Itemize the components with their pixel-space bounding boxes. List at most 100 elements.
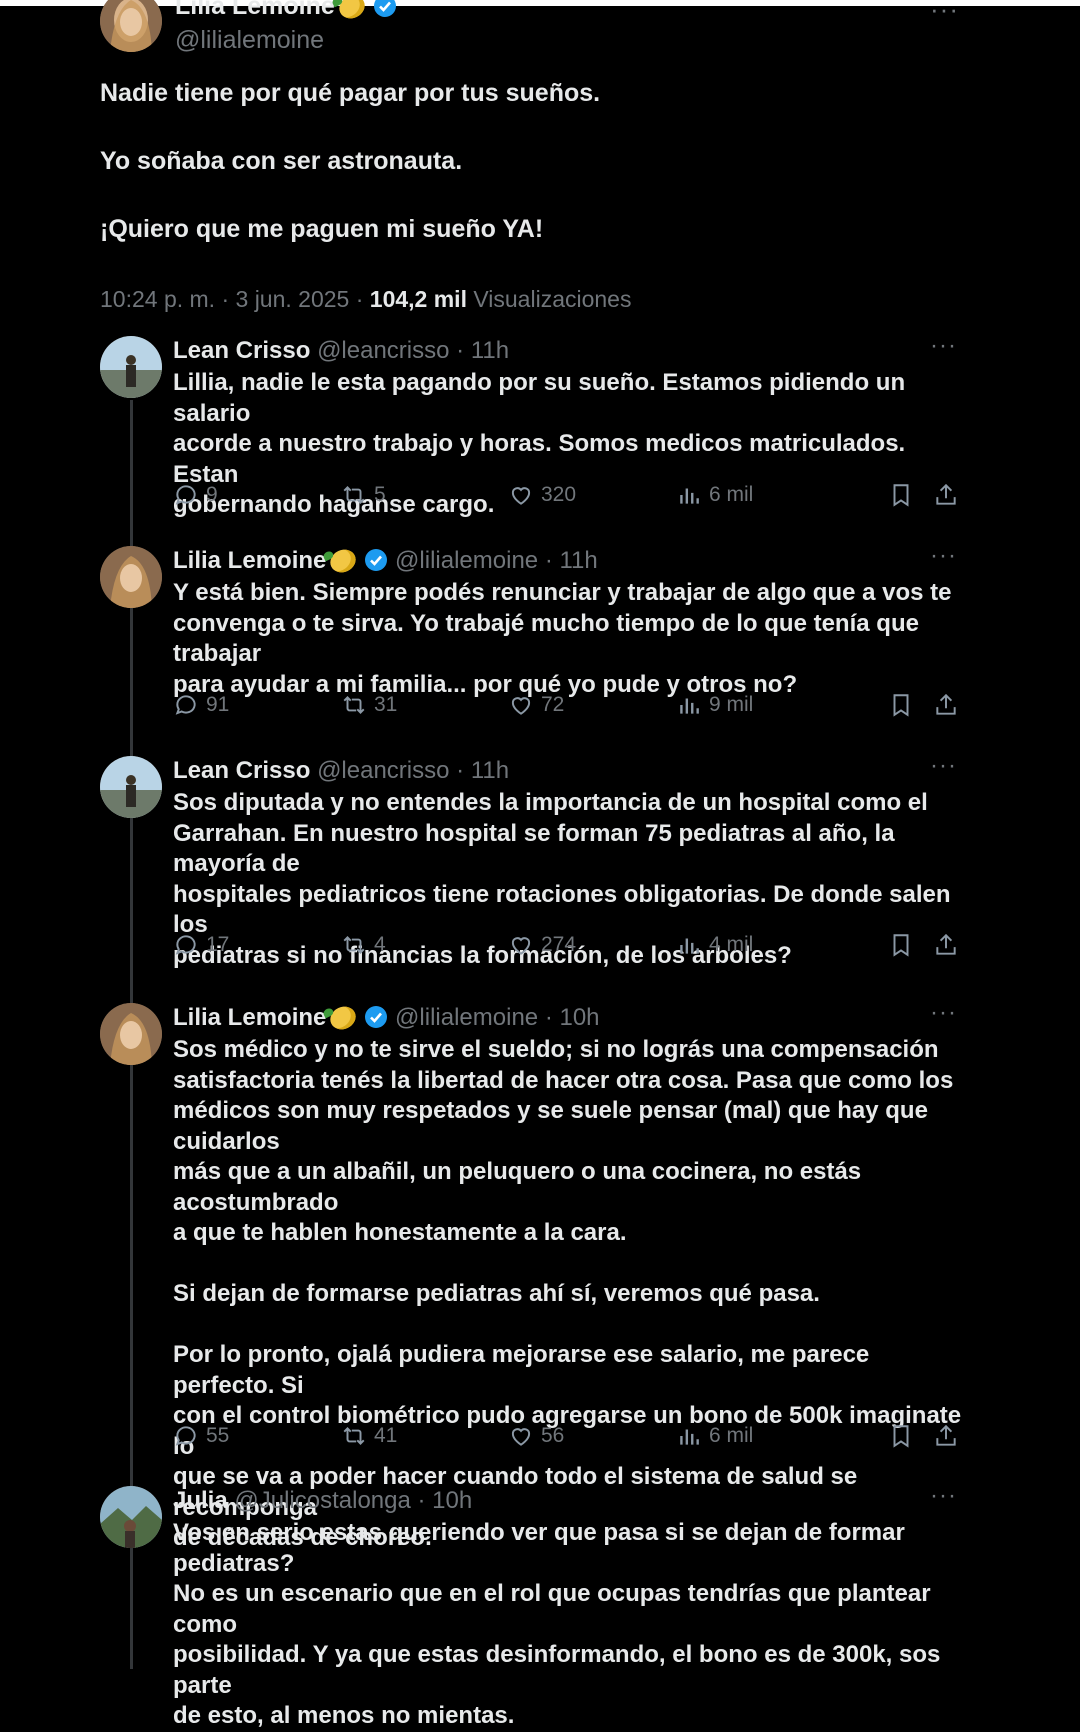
reply-time[interactable]: · 11h — [456, 337, 509, 364]
more-options-icon[interactable]: ··· — [930, 1482, 957, 1510]
avatar-lean[interactable] — [100, 336, 162, 398]
share-icon — [936, 693, 956, 715]
bookmark-button[interactable] — [888, 692, 914, 718]
lemon-emoji-icon — [335, 0, 369, 23]
repost-button[interactable]: 5 — [341, 482, 386, 508]
reply-button[interactable]: 91 — [173, 692, 229, 718]
like-count: 56 — [541, 1424, 565, 1447]
repost-icon — [343, 486, 365, 504]
bookmark-button[interactable] — [888, 1423, 914, 1449]
verified-badge-icon — [373, 0, 396, 17]
reply-author-name[interactable]: Lean Crisso — [173, 337, 310, 364]
avatar-julia[interactable] — [100, 1486, 162, 1548]
comment-count: 91 — [206, 693, 230, 716]
reply-button[interactable]: 9 — [173, 482, 218, 508]
repost-count: 41 — [374, 1424, 398, 1447]
reply-author-handle[interactable]: @lilialemoine — [395, 1004, 538, 1031]
like-button[interactable]: 320 — [508, 482, 576, 508]
action-bar: 17 4 274 4 mil — [173, 932, 963, 960]
comment-icon — [175, 695, 196, 715]
tweet-text-line: Yo soñaba con ser astronauta. — [100, 147, 463, 175]
avatar-lilia[interactable] — [100, 1003, 162, 1065]
heart-icon — [511, 697, 531, 715]
more-options-icon[interactable]: ··· — [930, 752, 957, 780]
more-options-icon[interactable]: ··· — [930, 542, 957, 570]
reply-text: Vos en serio estas queriendo ver que pas… — [173, 1519, 941, 1729]
reply-author-name[interactable]: Lilia Lemoine — [173, 547, 326, 574]
top-edge — [0, 0, 1080, 6]
views-button[interactable]: 9 mil — [676, 692, 753, 718]
like-count: 274 — [541, 933, 577, 956]
bookmark-button[interactable] — [888, 482, 914, 508]
views-button[interactable]: 6 mil — [676, 482, 753, 508]
reply-author-name[interactable]: Lilia Lemoine — [173, 1004, 326, 1031]
bookmark-button[interactable] — [888, 932, 914, 958]
reply-time[interactable]: · 11h — [456, 757, 509, 784]
heart-icon — [511, 937, 531, 955]
action-bar: 55 41 56 6 mil — [173, 1423, 963, 1451]
share-button[interactable] — [933, 932, 959, 958]
reply-author-name[interactable]: Lean Crisso — [173, 757, 310, 784]
comment-icon — [175, 1426, 196, 1446]
like-count: 320 — [541, 483, 577, 506]
views-bar-icon — [680, 488, 699, 504]
comment-count: 17 — [206, 933, 230, 956]
reply-button[interactable]: 17 — [173, 932, 229, 958]
repost-count: 31 — [374, 693, 398, 716]
like-button[interactable]: 274 — [508, 932, 576, 958]
reply-header: Julia @Julicostalonga · 10h — [173, 1486, 472, 1516]
tweet-timestamp[interactable]: 10:24 p. m. · 3 jun. 2025 · — [100, 286, 363, 312]
share-button[interactable] — [933, 692, 959, 718]
reply-time[interactable]: · 10h — [545, 1004, 600, 1031]
verified-badge-icon — [365, 549, 388, 571]
repost-count: 4 — [374, 933, 386, 956]
main-author-name[interactable]: Lilia Lemoine — [175, 0, 397, 23]
repost-icon — [343, 696, 365, 714]
reply-header: Lilia Lemoine @lilialemoine · 11h — [173, 545, 598, 577]
share-button[interactable] — [933, 482, 959, 508]
views-bar-icon — [680, 1429, 699, 1445]
views-button[interactable]: 6 mil — [676, 1423, 753, 1449]
reply-time[interactable]: · 11h — [545, 547, 598, 574]
tweet-meta: 10:24 p. m. · 3 jun. 2025 · 104,2 mil Vi… — [100, 286, 631, 313]
reply-button[interactable]: 55 — [173, 1423, 229, 1449]
share-icon — [936, 933, 956, 955]
more-options-icon[interactable]: ··· — [930, 332, 957, 360]
verified-badge-icon — [365, 1006, 388, 1028]
reply-text: Sos médico y no te sirve el sueldo; si n… — [173, 1036, 962, 1551]
repost-icon — [343, 936, 365, 954]
comment-icon — [175, 485, 196, 505]
like-button[interactable]: 56 — [508, 1423, 564, 1449]
comment-count: 9 — [206, 483, 218, 506]
share-icon — [936, 1424, 956, 1446]
heart-icon — [511, 1428, 531, 1446]
repost-button[interactable]: 41 — [341, 1423, 397, 1449]
reply-author-name[interactable]: Julia — [173, 1487, 228, 1514]
views-button[interactable]: 4 mil — [676, 932, 753, 958]
avatar-lilia[interactable] — [100, 546, 162, 608]
more-options-icon[interactable]: ··· — [930, 999, 957, 1027]
reply-author-handle[interactable]: @Julicostalonga — [234, 1487, 410, 1514]
repost-button[interactable]: 31 — [341, 692, 397, 718]
more-options-icon[interactable]: ··· — [930, 0, 959, 25]
lemon-emoji-icon — [326, 545, 360, 577]
tweet-text-line: Nadie tiene por qué pagar por tus sueños… — [100, 79, 601, 107]
comment-count: 55 — [206, 1424, 230, 1447]
avatar-lilia[interactable] — [100, 0, 162, 52]
views-bar-icon — [680, 698, 699, 714]
like-count: 72 — [541, 693, 565, 716]
repost-count: 5 — [374, 483, 386, 506]
like-button[interactable]: 72 — [508, 692, 564, 718]
reply-author-handle[interactable]: @leancrisso — [317, 757, 449, 784]
main-author-handle[interactable]: @lilialemoine — [175, 26, 324, 55]
comment-icon — [175, 935, 196, 955]
views-label: Visualizaciones — [473, 286, 632, 312]
avatar-lean[interactable] — [100, 756, 162, 818]
reply-author-handle[interactable]: @lilialemoine — [395, 547, 538, 574]
share-button[interactable] — [933, 1423, 959, 1449]
views-count: 9 mil — [709, 693, 754, 716]
reply-author-handle[interactable]: @leancrisso — [317, 337, 449, 364]
reply-time[interactable]: · 10h — [418, 1487, 473, 1514]
repost-button[interactable]: 4 — [341, 932, 386, 958]
bookmark-icon — [893, 1425, 909, 1448]
